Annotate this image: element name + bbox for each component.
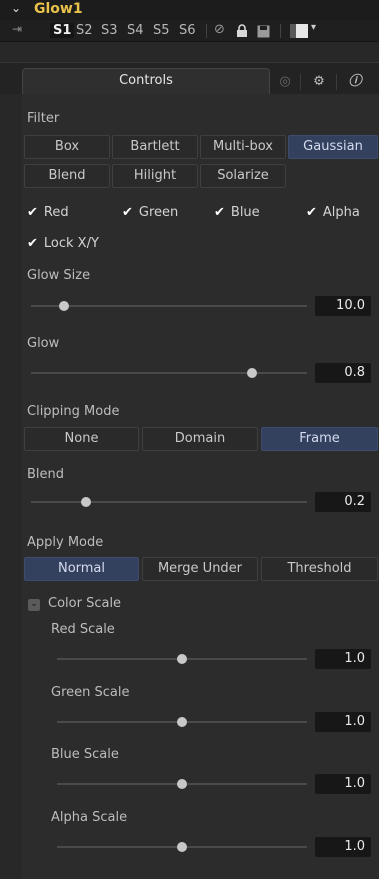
alpha-checkbox-label: Alpha [322, 205, 360, 220]
green-scale-label: Green Scale [51, 685, 130, 700]
glow-size-label: Glow Size [27, 268, 91, 283]
red-scale-label: Red Scale [51, 622, 115, 637]
slot-s2[interactable]: S2 [76, 23, 93, 38]
clipping-frame-button[interactable]: Frame [261, 427, 378, 451]
divider [336, 74, 337, 90]
checkmark-icon: ✔ [27, 236, 38, 251]
red-checkbox-label: Red [43, 205, 69, 220]
apply-mode-label: Apply Mode [27, 535, 104, 550]
apply-threshold-button[interactable]: Threshold [261, 557, 378, 581]
dropdown-arrow-icon[interactable]: ▾ [311, 22, 316, 33]
glow-label: Glow [27, 336, 60, 351]
filter-bartlett-button[interactable]: Bartlett [112, 135, 198, 159]
filter-label: Filter [27, 111, 60, 126]
version-slot-bar: ⇥ S1 S2 S3 S4 S5 S6 ⊘ ▾ [0, 20, 379, 42]
checkmark-icon: ✔ [122, 205, 133, 220]
blend-label: Blend [27, 467, 65, 482]
alpha-scale-value[interactable]: 1.0 [315, 837, 371, 857]
filter-blend-button[interactable]: Blend [24, 164, 110, 188]
filter-box-button[interactable]: Box [24, 135, 110, 159]
save-icon[interactable] [257, 22, 270, 42]
divider [300, 74, 301, 90]
settings-gear-icon[interactable]: ⚙ [306, 72, 332, 92]
red-checkbox[interactable]: ✔ Red [27, 205, 69, 220]
color-swatch-icon[interactable] [296, 24, 308, 38]
clipping-none-button[interactable]: None [24, 427, 139, 451]
checkmark-icon: ✔ [306, 205, 317, 220]
filter-hilight-button[interactable]: Hilight [112, 164, 198, 188]
lock-icon[interactable] [236, 22, 248, 42]
red-scale-value[interactable]: 1.0 [315, 649, 371, 669]
blue-scale-label: Blue Scale [51, 747, 119, 762]
glow-size-value[interactable]: 10.0 [315, 296, 371, 316]
filter-gaussian-button[interactable]: Gaussian [288, 135, 378, 159]
info-icon[interactable]: ⓘ [342, 72, 368, 92]
green-checkbox[interactable]: ✔ Green [122, 205, 178, 220]
disable-icon[interactable]: ⊘ [214, 22, 225, 37]
red-scale-slider-thumb[interactable] [177, 654, 187, 664]
tool-title[interactable]: Glow1 [34, 1, 83, 17]
apply-merge-under-button[interactable]: Merge Under [142, 557, 258, 581]
clipping-domain-button[interactable]: Domain [142, 427, 258, 451]
lock-xy-checkbox[interactable]: ✔ Lock X/Y [27, 236, 99, 251]
checkmark-icon: ✔ [27, 205, 38, 220]
collapse-chevron-icon[interactable]: ⌄ [11, 1, 21, 15]
color-scale-label[interactable]: Color Scale [48, 596, 121, 611]
slot-s3[interactable]: S3 [101, 23, 118, 38]
green-checkbox-label: Green [138, 205, 179, 220]
blue-checkbox[interactable]: ✔ Blue [214, 205, 260, 220]
glow-slider-thumb[interactable] [246, 368, 257, 378]
tool-header: ⌄ Glow1 [0, 0, 379, 20]
glow-size-slider-track[interactable] [31, 305, 307, 307]
spline-icon[interactable]: ◎ [272, 72, 298, 92]
filter-multibox-button[interactable]: Multi-box [200, 135, 286, 159]
slot-s4[interactable]: S4 [127, 23, 144, 38]
clipping-mode-label: Clipping Mode [27, 404, 120, 419]
blend-value[interactable]: 0.2 [315, 492, 371, 512]
blend-slider-track[interactable] [31, 501, 307, 503]
slot-s5[interactable]: S5 [153, 23, 170, 38]
filter-solarize-button[interactable]: Solarize [200, 164, 286, 188]
blue-scale-slider-thumb[interactable] [177, 779, 187, 789]
blue-scale-value[interactable]: 1.0 [315, 774, 371, 794]
checkmark-icon: ✔ [214, 205, 225, 220]
blue-checkbox-label: Blue [230, 205, 260, 220]
tab-controls[interactable]: Controls [22, 68, 270, 94]
glow-slider-track[interactable] [31, 372, 307, 374]
green-scale-value[interactable]: 1.0 [315, 712, 371, 732]
divider [280, 24, 281, 38]
alpha-scale-label: Alpha Scale [51, 810, 128, 825]
alpha-checkbox[interactable]: ✔ Alpha [306, 205, 360, 220]
lock-xy-label: Lock X/Y [43, 236, 99, 251]
green-scale-slider-thumb[interactable] [177, 717, 187, 727]
alpha-scale-slider-thumb[interactable] [177, 842, 187, 852]
slot-s1[interactable]: S1 [50, 23, 75, 38]
divider [206, 24, 207, 38]
pin-icon[interactable]: ⇥ [12, 22, 22, 36]
apply-normal-button[interactable]: Normal [24, 557, 139, 581]
glow-value[interactable]: 0.8 [315, 363, 371, 383]
slot-s6[interactable]: S6 [179, 23, 196, 38]
collapse-chevron-icon[interactable]: ⌄ [28, 599, 40, 611]
